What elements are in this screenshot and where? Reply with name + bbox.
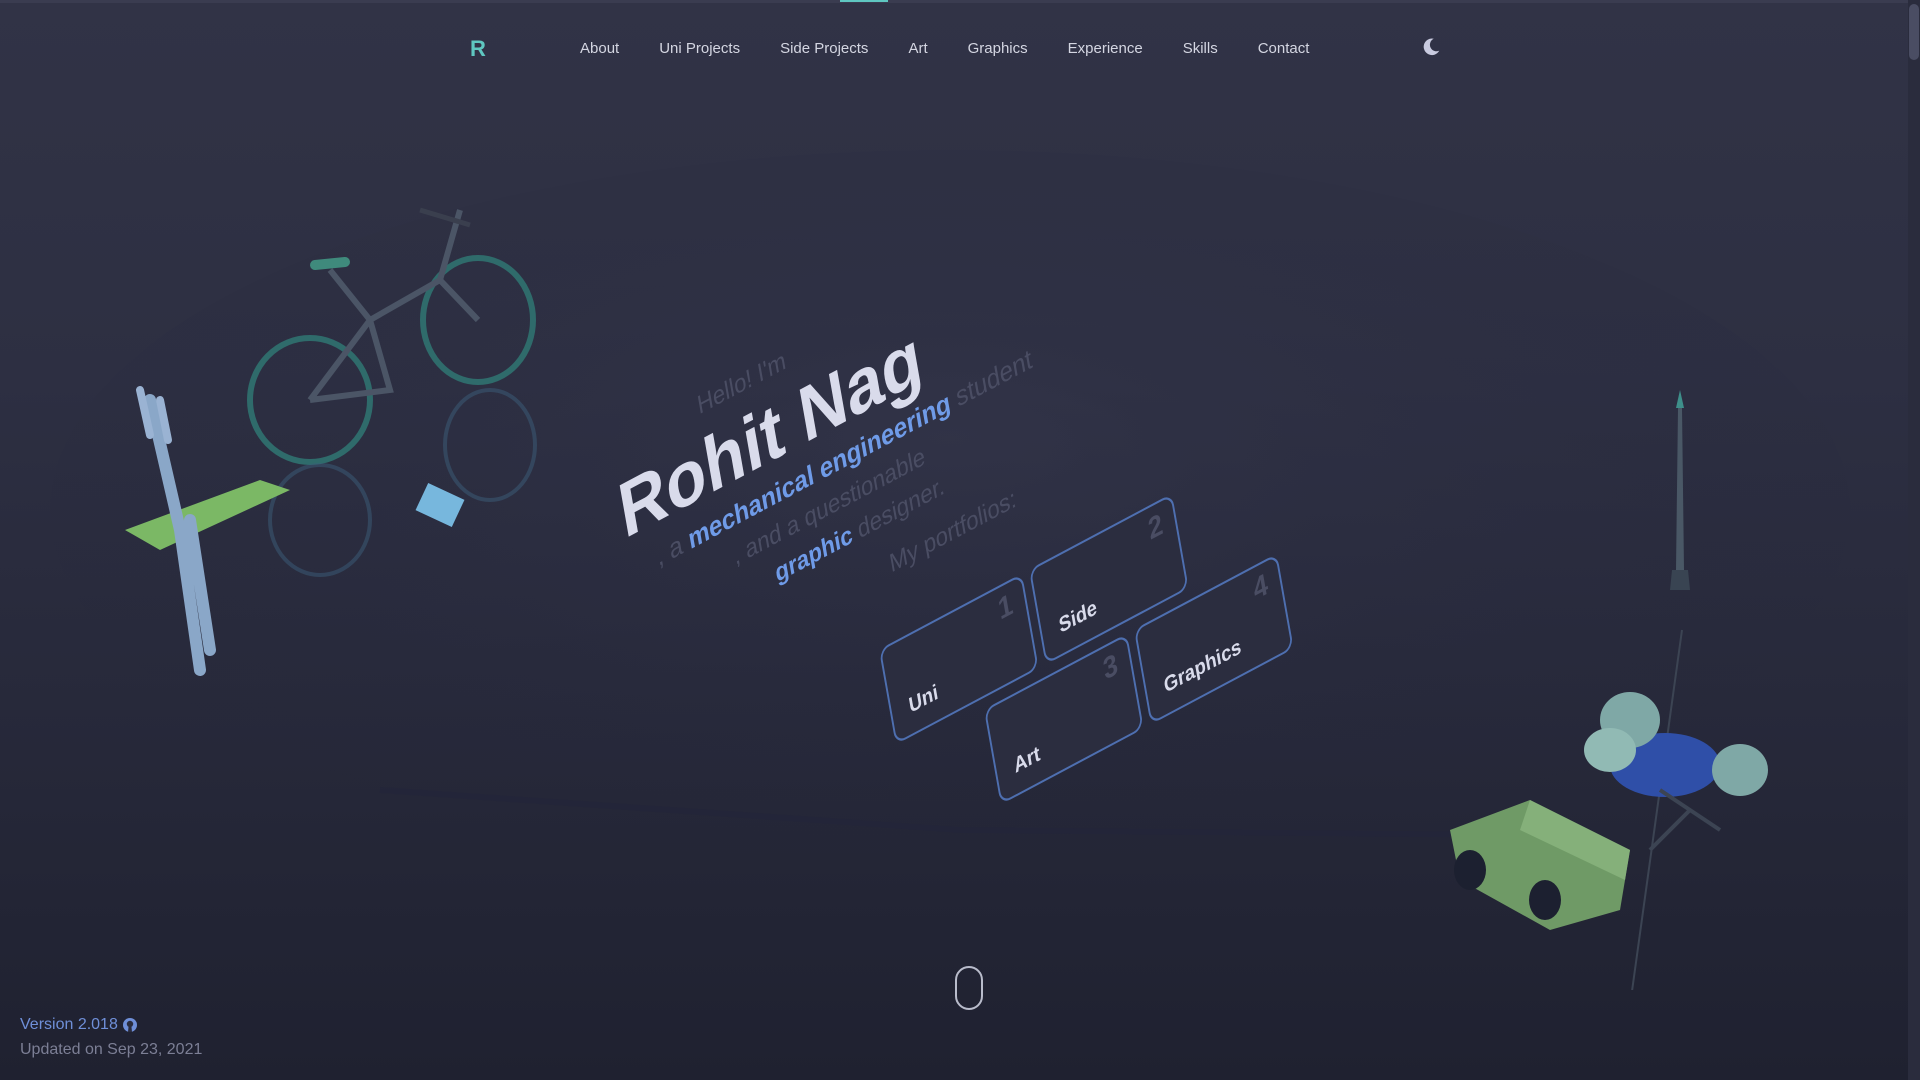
hero-scene: Hello! I'm Rohit Nag , a mechanical engi… [0,90,1908,1021]
nav-link-about[interactable]: About [580,40,619,57]
nav-links: About Uni Projects Side Projects Art Gra… [580,40,1349,57]
car-model [1450,800,1630,930]
footer: Version 2.018 Updated on Sep 23, 2021 [20,1012,202,1062]
scrollbar-thumb[interactable] [1909,4,1919,60]
top-border [0,0,1920,3]
navbar: R About Uni Projects Side Projects Art G… [0,28,1910,72]
github-icon[interactable] [122,1017,138,1033]
page-scrollbar[interactable] [1908,0,1920,1080]
logo[interactable]: R [470,36,487,62]
nav-link-art[interactable]: Art [908,40,927,57]
scroll-down-indicator[interactable] [955,966,983,1010]
version-text: Version 2.018 [20,1016,118,1033]
nav-link-side-projects[interactable]: Side Projects [780,40,868,57]
scroll-progress-indicator [840,0,888,2]
moon-icon[interactable] [1420,36,1442,58]
nav-link-uni-projects[interactable]: Uni Projects [659,40,740,57]
version-row: Version 2.018 [20,1012,202,1037]
nav-link-graphics[interactable]: Graphics [968,40,1028,57]
nav-link-skills[interactable]: Skills [1183,40,1218,57]
scene-graphics: Hello! I'm Rohit Nag , a mechanical engi… [50,150,1850,1021]
nav-link-experience[interactable]: Experience [1068,40,1143,57]
nav-link-contact[interactable]: Contact [1258,40,1310,57]
updated-text: Updated on Sep 23, 2021 [20,1041,203,1058]
